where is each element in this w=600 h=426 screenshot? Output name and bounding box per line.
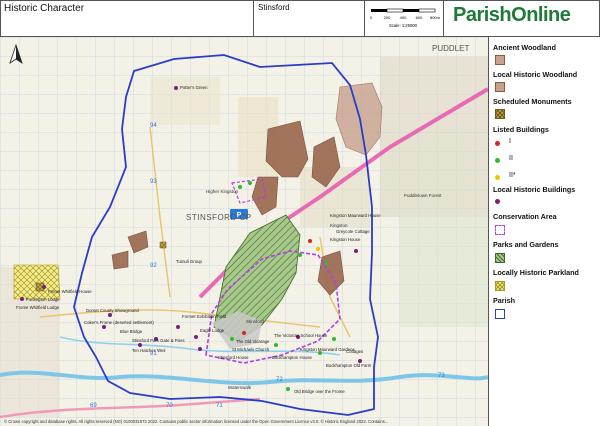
- feature-label: Dorset County Showground: [86, 308, 139, 313]
- grid-number: 91: [150, 351, 157, 357]
- feature-label: Blue Bridge: [120, 329, 143, 334]
- legend-grade-ii-star-label: II*: [509, 172, 516, 179]
- grid-number: 93: [150, 179, 157, 185]
- legend-title-locally-historic-parkland: Locally Historic Parkland: [493, 268, 579, 277]
- place-label-waterswalk: Waterswalk: [228, 385, 252, 390]
- parish-online-logo: ParishOnline: [453, 4, 571, 26]
- legend-swatch-ancient-woodland: [495, 55, 505, 65]
- legend-swatch-locally-historic-parkland: [495, 281, 505, 291]
- parish-name-cell: Stinsford: [254, 0, 365, 36]
- legend-swatch-parish: [495, 309, 505, 319]
- feature-label: Former Exhibition Field: [182, 314, 227, 319]
- scale-tick-0: 0: [370, 15, 373, 20]
- map-area[interactable]: P STINSFORD CP PUDDLET Higher Kingston K…: [0, 37, 489, 426]
- legend-title-local-historic-buildings: Local Historic Buildings: [493, 185, 576, 194]
- legend-panel: Ancient Woodland Local Historic Woodland…: [489, 37, 600, 426]
- legend-swatch-conservation-area: [495, 225, 505, 235]
- feature-label: Bockhampton Old Farm: [326, 363, 372, 368]
- grid-number: 69: [90, 403, 97, 409]
- feature-label: Kingston Maurward House: [330, 213, 381, 218]
- grid-number: 73: [438, 373, 445, 379]
- feature-label: Tumuli Group: [176, 259, 202, 264]
- feature-label: St Michaels Church: [232, 347, 270, 352]
- scale-bar-graphic: 0 200 400 600 800m Scale: 1:25000: [370, 8, 441, 28]
- title-cell: Historic Character: [0, 0, 254, 36]
- feature-label: Cottages: [346, 349, 363, 354]
- feature-label: Potter's Green: [180, 85, 208, 90]
- grid-number: 71: [216, 403, 223, 409]
- legend-dot-grade-ii: [495, 158, 500, 163]
- feature-label: Frome Whitfield House: [48, 289, 92, 294]
- feature-label: Coker's Frome (deserted settlement): [84, 320, 154, 325]
- legend-grade-ii-label: II: [509, 155, 513, 162]
- grid-number: 70: [166, 403, 173, 409]
- legend-swatch-parks-and-gardens: [495, 253, 505, 263]
- legend-title-listed-buildings: Listed Buildings: [493, 125, 549, 134]
- legend-title-scheduled-monuments: Scheduled Monuments: [493, 97, 572, 106]
- feature-label: Bockhampton House: [272, 355, 312, 360]
- copyright-notice: © Crown copyright and database rights. A…: [4, 419, 389, 424]
- scale-tick-4: 800m: [430, 15, 441, 20]
- feature-label: Stinsford House: [218, 355, 249, 360]
- legend-title-ancient-woodland: Ancient Woodland: [493, 43, 556, 52]
- feature-label: Frome Whitfield Lodge: [16, 305, 60, 310]
- edge-label: PUDDLET: [432, 44, 469, 53]
- feature-label: Eagle Lodge: [200, 328, 225, 333]
- feature-label: Fordington Lodge: [26, 297, 60, 302]
- grid-number: 72: [276, 377, 283, 383]
- place-label-puddletown-forest: Puddletown Forest: [404, 193, 442, 198]
- map-canvas[interactable]: P STINSFORD CP PUDDLET Higher Kingston K…: [0, 37, 488, 426]
- scale-tick-2: 400: [400, 15, 407, 20]
- feature-label: Old Bridge over the Frome: [294, 389, 345, 394]
- parish-name: Stinsford: [258, 3, 290, 12]
- legend-dot-local-historic: [495, 199, 500, 204]
- legend-dot-grade-i: [495, 141, 500, 146]
- grid-number: 94: [150, 123, 157, 129]
- feature-label: The Victorian School House: [274, 333, 328, 338]
- legend-title-conservation-area: Conservation Area: [493, 212, 557, 221]
- parish-label: STINSFORD CP: [186, 213, 252, 222]
- header-bar: Historic Character Stinsford 0 200 400 6…: [0, 0, 600, 37]
- feature-label: Stinsford Park Gate & Piers: [132, 338, 185, 343]
- scale-bar: 0 200 400 600 800m Scale: 1:25000: [365, 0, 444, 36]
- feature-label: The Old Vicarage: [236, 339, 270, 344]
- grid-number: 92: [150, 263, 157, 269]
- legend-title-local-historic-woodland: Local Historic Woodland: [493, 70, 578, 79]
- scale-tick-1: 200: [384, 15, 391, 20]
- logo-cell: ParishOnline: [443, 0, 600, 37]
- feature-label: Greycote Cottage: [336, 229, 370, 234]
- legend-swatch-local-historic-woodland: [495, 82, 505, 92]
- legend-dot-grade-ii-star: [495, 175, 500, 180]
- legend-swatch-scheduled-monuments: [495, 109, 505, 119]
- legend-title-parish: Parish: [493, 296, 515, 305]
- place-label-stinsford: Stinsford: [246, 319, 264, 324]
- feature-label: Kingston House: [330, 237, 361, 242]
- map-title: Historic Character: [4, 3, 85, 14]
- scale-text: Scale: 1:25000: [389, 23, 418, 28]
- place-label-higher-kingston: Higher Kingston: [206, 189, 239, 194]
- legend-title-parks-and-gardens: Parks and Gardens: [493, 240, 559, 249]
- scale-tick-3: 600: [416, 15, 423, 20]
- place-label-kingston: Kingston: [330, 223, 348, 228]
- legend-grade-i-label: I: [509, 138, 511, 145]
